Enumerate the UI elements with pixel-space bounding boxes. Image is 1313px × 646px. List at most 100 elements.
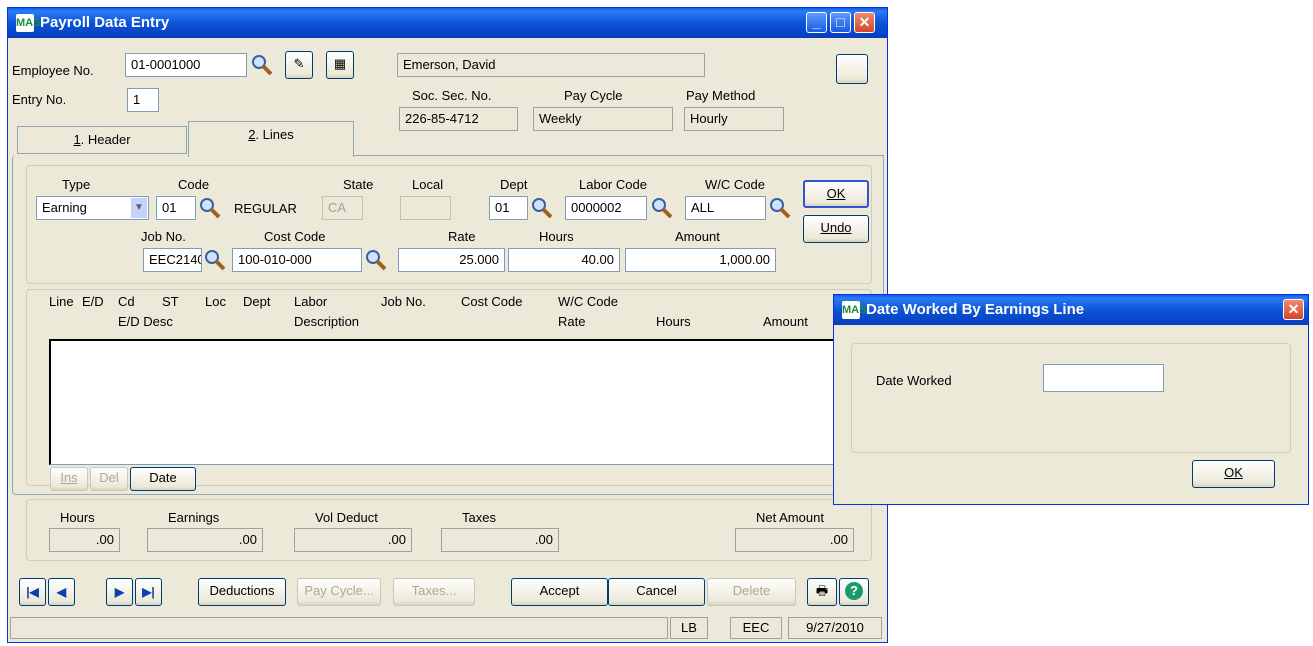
grid-header-ed: E/D <box>82 294 104 309</box>
code-lookup-icon[interactable] <box>199 197 221 219</box>
grid-header-wc-code: W/C Code <box>558 294 618 309</box>
ssn-field: 226-85-4712 <box>399 107 518 131</box>
grid-header-rate: Rate <box>558 314 586 329</box>
dialog-title: Date Worked By Earnings Line <box>866 301 1085 318</box>
entry-no-label: Entry No. <box>12 92 67 107</box>
employee-lookup-icon[interactable] <box>251 54 273 76</box>
dialog-close-button[interactable]: ✕ <box>1283 299 1304 320</box>
type-select[interactable]: Earning ▼ <box>36 196 149 220</box>
grid-header-st: ST <box>162 294 179 309</box>
local-label: Local <box>412 177 444 192</box>
first-record-button[interactable]: |◀ <box>19 578 46 606</box>
grid-header-labor: Labor <box>294 294 328 309</box>
net-amount-field: .00 <box>735 528 854 552</box>
pay-cycle-field: Weekly <box>533 107 673 131</box>
title-bar[interactable]: MAS Payroll Data Entry _ □ ✕ <box>8 8 887 38</box>
total-hours-field: .00 <box>49 528 120 552</box>
dialog-ok-button[interactable]: OK <box>1192 460 1275 488</box>
app-icon: MAS <box>16 14 40 32</box>
rate-label: Rate <box>448 229 476 244</box>
grid-header-cd: Cd <box>118 294 135 309</box>
dept-field[interactable]: 01 <box>489 196 528 220</box>
chevron-down-icon[interactable]: ▼ <box>131 198 147 218</box>
date-button[interactable]: Date <box>130 467 196 491</box>
code-description: REGULAR <box>234 201 297 216</box>
grid-header-amount: Amount <box>763 314 808 329</box>
previous-record-button[interactable]: ◀ <box>48 578 75 606</box>
lines-grid[interactable] <box>49 339 839 465</box>
dialog-group <box>851 343 1291 453</box>
code-label: Code <box>178 177 210 192</box>
employee-no-field[interactable]: 01-0001000 <box>125 53 247 77</box>
tab-lines[interactable]: 2. Lines <box>188 121 354 157</box>
maximize-button[interactable]: □ <box>830 12 851 33</box>
employee-no-label: Employee No. <box>12 63 94 78</box>
cost-code-field[interactable]: 100-010-000 <box>232 248 362 272</box>
labor-code-field[interactable]: 0000002 <box>565 196 647 220</box>
grid-header-loc: Loc <box>205 294 226 309</box>
ssn-label: Soc. Sec. No. <box>412 88 492 103</box>
grid-header-job-no: Job No. <box>381 294 426 309</box>
status-main <box>10 617 668 639</box>
code-field[interactable]: 01 <box>156 196 196 220</box>
labor-code-label: Labor Code <box>579 177 647 192</box>
dept-lookup-icon[interactable] <box>531 197 553 219</box>
date-worked-field[interactable] <box>1043 364 1164 392</box>
close-button[interactable]: ✕ <box>854 12 875 33</box>
accept-button[interactable]: Accept <box>511 578 608 606</box>
amount-field[interactable]: 1,000.00 <box>625 248 776 272</box>
vol-deduct-field: .00 <box>294 528 412 552</box>
payroll-data-entry-window: MAS Payroll Data Entry _ □ ✕ Employee No… <box>7 7 888 643</box>
cost-code-label: Cost Code <box>264 229 326 244</box>
amount-label: Amount <box>675 229 720 244</box>
pay-method-field: Hourly <box>684 107 784 131</box>
pay-method-label: Pay Method <box>686 88 756 103</box>
tab-top-line <box>354 155 884 156</box>
window-title: Payroll Data Entry <box>40 14 170 31</box>
hours-field[interactable]: 40.00 <box>508 248 620 272</box>
minimize-button[interactable]: _ <box>806 12 827 33</box>
type-label: Type <box>62 177 91 192</box>
status-user: LB <box>670 617 708 639</box>
date-worked-label: Date Worked <box>876 373 952 388</box>
dialog-app-icon: MAS <box>842 301 866 319</box>
job-no-field[interactable]: EEC2140 <box>143 248 202 272</box>
grid-header-labor-desc: Description <box>294 314 360 329</box>
total-earnings-field: .00 <box>147 528 263 552</box>
grid-header-ed-desc: E/D Desc <box>118 314 173 329</box>
search-employee-icon[interactable]: ✎ <box>285 51 313 79</box>
tab-header[interactable]: 1. Header <box>17 126 187 154</box>
cancel-button[interactable]: Cancel <box>608 578 705 606</box>
job-no-lookup-icon[interactable] <box>204 249 226 271</box>
pay-cycle-label: Pay Cycle <box>564 88 623 103</box>
labor-code-lookup-icon[interactable] <box>651 197 673 219</box>
entry-no-field[interactable]: 1 <box>127 88 159 112</box>
dialog-title-bar[interactable]: MAS Date Worked By Earnings Line ✕ <box>834 295 1308 325</box>
vol-deduct-label: Vol Deduct <box>315 510 378 525</box>
grid-header-hours: Hours <box>656 314 691 329</box>
date-worked-dialog: MAS Date Worked By Earnings Line ✕ Date … <box>833 294 1309 505</box>
wc-code-label: W/C Code <box>705 177 765 192</box>
delete-row-button: Del <box>90 467 128 491</box>
wc-code-field[interactable]: ALL <box>685 196 766 220</box>
dept-label: Dept <box>500 177 528 192</box>
taxes-label: Taxes <box>462 510 496 525</box>
next-record-button[interactable]: ▶ <box>106 578 133 606</box>
more-info-button[interactable] <box>836 54 868 84</box>
state-label: State <box>343 177 374 192</box>
deductions-button[interactable]: Deductions <box>198 578 286 606</box>
line-ok-button[interactable]: OK <box>803 180 869 208</box>
local-field <box>400 196 451 220</box>
job-no-label: Job No. <box>141 229 186 244</box>
last-record-button[interactable]: ▶| <box>135 578 162 606</box>
print-button[interactable]: 🖶 <box>807 578 837 606</box>
help-icon[interactable]: ? <box>839 578 869 606</box>
undo-button[interactable]: Undo <box>803 215 869 243</box>
total-hours-label: Hours <box>60 510 95 525</box>
rate-field[interactable]: 25.000 <box>398 248 505 272</box>
grid-header-line: Line <box>49 294 74 309</box>
wc-code-lookup-icon[interactable] <box>769 197 791 219</box>
cost-code-lookup-icon[interactable] <box>365 249 387 271</box>
memo-icon[interactable]: ▦ <box>326 51 354 79</box>
grid-header-dept: Dept <box>243 294 271 309</box>
